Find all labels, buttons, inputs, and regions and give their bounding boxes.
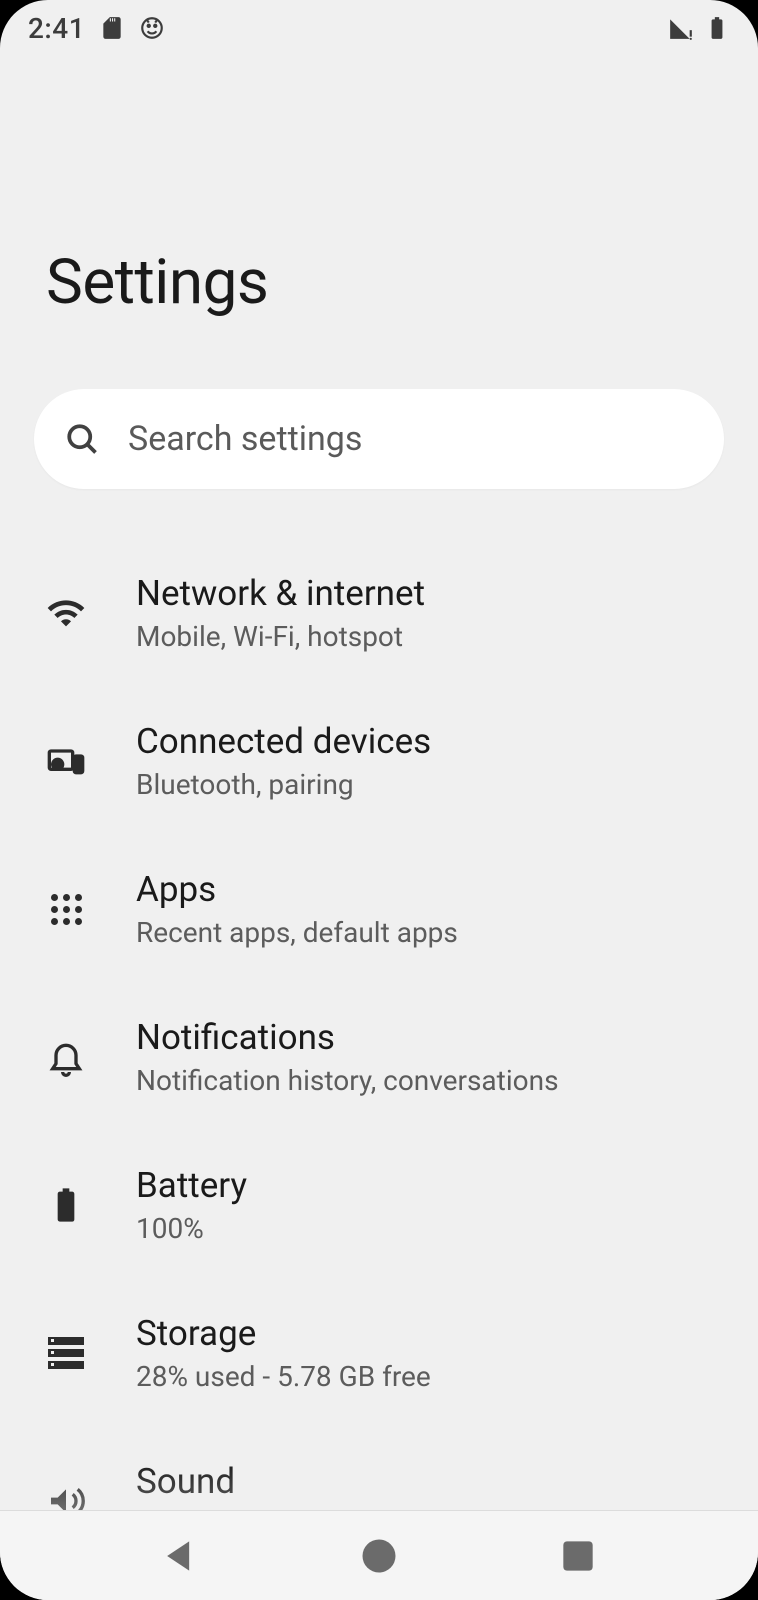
item-title: Network & internet <box>136 573 712 614</box>
devices-icon <box>46 741 86 781</box>
nav-home-button[interactable] <box>357 1534 401 1578</box>
settings-item-connected-devices[interactable]: Connected devices Bluetooth, pairing <box>46 687 712 835</box>
item-subtitle: Notification history, conversations <box>136 1064 712 1097</box>
item-title: Notifications <box>136 1017 712 1058</box>
settings-item-notifications[interactable]: Notifications Notification history, conv… <box>46 983 712 1131</box>
search-placeholder: Search settings <box>128 419 362 459</box>
settings-item-network[interactable]: Network & internet Mobile, Wi-Fi, hotspo… <box>46 539 712 687</box>
item-subtitle: Bluetooth, pairing <box>136 768 712 801</box>
item-title: Battery <box>136 1165 712 1206</box>
signal-icon <box>668 15 694 41</box>
settings-list: Network & internet Mobile, Wi-Fi, hotspo… <box>46 539 712 1510</box>
item-title: Storage <box>136 1313 712 1354</box>
item-subtitle: 100% <box>136 1212 712 1245</box>
item-subtitle: Mobile, Wi-Fi, hotspot <box>136 620 712 653</box>
battery-icon <box>46 1185 86 1225</box>
search-icon <box>64 421 100 457</box>
sound-icon <box>46 1481 86 1510</box>
item-title: Apps <box>136 869 712 910</box>
nav-recent-button[interactable] <box>556 1534 600 1578</box>
settings-item-battery[interactable]: Battery 100% <box>46 1131 712 1279</box>
status-bar: 2:41 <box>0 0 758 56</box>
search-bar[interactable]: Search settings <box>34 389 724 489</box>
sd-card-icon <box>99 15 125 41</box>
nav-back-button[interactable] <box>158 1534 202 1578</box>
settings-item-storage[interactable]: Storage 28% used - 5.78 GB free <box>46 1279 712 1427</box>
item-subtitle: 28% used - 5.78 GB free <box>136 1360 712 1393</box>
settings-item-apps[interactable]: Apps Recent apps, default apps <box>46 835 712 983</box>
status-time: 2:41 <box>28 12 85 45</box>
storage-icon <box>46 1333 86 1373</box>
wifi-icon <box>46 593 86 633</box>
settings-item-sound[interactable]: Sound Volume, vibration, Do Not Disturb <box>46 1427 712 1510</box>
item-title: Connected devices <box>136 721 712 762</box>
navigation-bar <box>0 1510 758 1600</box>
item-title: Sound <box>136 1461 712 1502</box>
android-debug-icon <box>139 15 165 41</box>
bell-icon <box>46 1037 86 1077</box>
battery-status-icon <box>704 15 730 41</box>
item-subtitle: Recent apps, default apps <box>136 916 712 949</box>
page-title: Settings <box>46 246 712 319</box>
apps-icon <box>46 889 86 929</box>
